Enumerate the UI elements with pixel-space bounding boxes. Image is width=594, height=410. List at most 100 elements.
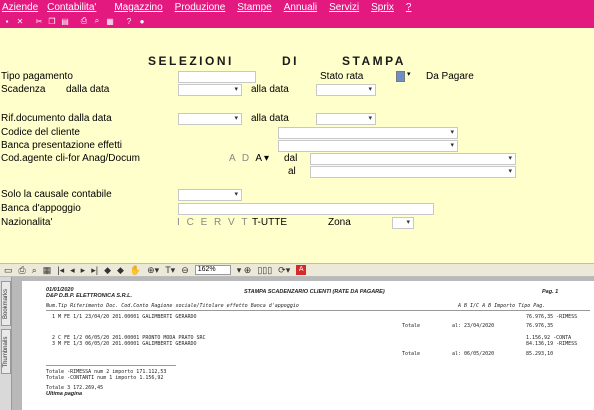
page-layout-icon[interactable]: ▯▯▯ [257, 265, 272, 276]
causale-field[interactable]: ▾ [178, 189, 242, 201]
bookmarks-tab[interactable]: Bookmarks [1, 281, 11, 326]
stato-rata-selector[interactable] [396, 71, 405, 82]
paste-icon[interactable]: ▤ [60, 17, 70, 26]
subtotal-label: Totale [402, 323, 421, 329]
last-page-label: Ultima pagina [46, 391, 83, 397]
calendar-icon[interactable]: ▦ [105, 17, 115, 26]
hand-icon[interactable]: ✋ [130, 265, 141, 276]
menu-contabilita[interactable]: Contabilita' [47, 2, 96, 13]
thumbnails-tab[interactable]: Thumbnails [1, 329, 11, 374]
chevron-down-icon[interactable]: ▾ [407, 70, 411, 78]
form-title-di: DI [282, 54, 299, 68]
chevron-down-icon[interactable]: ▾ [234, 114, 238, 122]
chevron-down-icon[interactable]: ▾ [234, 190, 238, 198]
menu-servizi[interactable]: Servizi [329, 2, 359, 13]
print-icon[interactable]: ⎙ [79, 16, 89, 26]
pdf-icon[interactable]: A [296, 265, 307, 275]
report-row: 3 M FE 1/3 06/05/20 201.00001 GALIMBERTI… [52, 341, 197, 347]
open-icon[interactable]: ▭ [4, 265, 13, 276]
banca-appoggio-field[interactable] [178, 203, 434, 215]
report-page: 01/01/2020 D&P D.B.P. ELETTRONICA S.R.L.… [22, 281, 594, 410]
forward-icon[interactable]: ◆ [117, 265, 124, 276]
report-page-number: Pag. 1 [542, 289, 559, 295]
back-icon[interactable]: ◆ [104, 265, 111, 276]
text-tool-icon[interactable]: T▾ [165, 265, 175, 276]
nazionalita-selector[interactable]: I C E R V T [177, 217, 249, 228]
menu-annuali[interactable]: Annuali [284, 2, 317, 13]
agente-dal-field[interactable]: ▾ [310, 153, 516, 165]
rif-alla-data-label: alla data [251, 113, 289, 124]
close-icon[interactable]: ✕ [15, 17, 25, 26]
export-icon[interactable]: ▦ [43, 265, 52, 276]
cod-agente-label: Cod.agente cli-for Anag/Docum [1, 153, 140, 164]
menu-bar: Aziende Contabilita' Magazzino Produzion… [0, 0, 594, 14]
zoom-tool-icon[interactable]: ⊕▾ [147, 265, 159, 276]
agente-type-selector[interactable]: A D A▾ [229, 153, 271, 164]
cut-icon[interactable]: ✂ [34, 17, 44, 26]
binoculars-icon[interactable]: ⌕ [32, 265, 37, 276]
chevron-down-icon[interactable]: ▾ [508, 154, 512, 162]
rotate-icon[interactable]: ⟳▾ [278, 265, 290, 276]
form-title-selezioni: SELEZIONI [148, 54, 234, 68]
menu-produzione[interactable]: Produzione [175, 2, 226, 13]
nazionalita-value: T-UTTE [252, 217, 287, 228]
zoom-out-icon[interactable]: ⊖ [181, 265, 189, 276]
prev-page-icon[interactable]: ◂ [70, 265, 75, 276]
stato-rata-label: Stato rata [320, 71, 364, 82]
toolbar: ▪ ✕ ✂ ❐ ▤ ⎙ ⌕ ▦ ? ● [0, 14, 594, 28]
next-page-icon[interactable]: ▸ [81, 265, 86, 276]
codice-cliente-label: Codice del cliente [1, 127, 80, 138]
codice-cliente-field[interactable]: ▾ [278, 127, 458, 139]
subtotal-amount: 76.976,35 [526, 323, 554, 329]
report-company: D&P D.B.P. ELETTRONICA S.R.L. [46, 293, 132, 299]
agente-al-field[interactable]: ▾ [310, 166, 516, 178]
scadenza-dal-field[interactable]: ▾ [178, 84, 242, 96]
stato-rata-value: Da Pagare [426, 71, 474, 82]
chevron-down-icon[interactable]: ▾ [508, 167, 512, 175]
subtotal-date: al: 23/04/2020 [452, 323, 495, 329]
menu-magazzino[interactable]: Magazzino [114, 2, 162, 13]
tipo-pagamento-label: Tipo pagamento [1, 71, 73, 82]
agente-dal-label: dal [284, 153, 298, 164]
menu-help[interactable]: ? [406, 2, 412, 13]
dalla-data-label: dalla data [66, 84, 110, 95]
menu-stampe[interactable]: Stampe [237, 2, 271, 13]
find-icon[interactable]: ⌕ [92, 16, 102, 26]
report-title: STAMPA SCADENZARIO CLIENTI (RATE DA PAGA… [244, 289, 385, 295]
run-icon[interactable]: ● [137, 17, 147, 26]
save-icon[interactable]: ▪ [2, 17, 12, 26]
subtotal-date: al: 06/05/2020 [452, 351, 495, 357]
menu-aziende[interactable]: Aziende [2, 2, 38, 13]
tipo-pagamento-field[interactable] [178, 71, 256, 83]
zoom-level-field[interactable]: 162% [194, 265, 231, 275]
summary-line: Totale -CONTANTI num 1 importo 1.156,92 [46, 375, 164, 381]
selection-form: SELEZIONI DI STAMPA Tipo pagamento Stato… [0, 28, 594, 272]
scadenza-al-field[interactable]: ▾ [316, 84, 376, 96]
viewer-toolbar: ▭ ⎙ ⌕ ▦ |◂ ◂ ▸ ▸| ◆ ◆ ✋ ⊕▾ T▾ ⊖ 162% ▾ ⊕… [0, 263, 594, 277]
report-row-amount: 84.136,19 -RIMESS [526, 341, 578, 347]
chevron-down-icon[interactable]: ▾ [450, 128, 454, 136]
report-row: 1 M FE 1/1 23/04/20 201.00001 GALIMBERTI… [52, 314, 197, 320]
scadenza-label: Scadenza [1, 84, 46, 95]
rif-al-field[interactable]: ▾ [316, 113, 376, 125]
rif-dal-field[interactable]: ▾ [178, 113, 242, 125]
form-title-stampa: STAMPA [342, 54, 406, 68]
help-icon[interactable]: ? [124, 17, 134, 26]
zoom-in-icon[interactable]: ▾ ⊕ [237, 265, 252, 276]
chevron-down-icon[interactable]: ▾ [450, 141, 454, 149]
banca-effetti-field[interactable]: ▾ [278, 140, 458, 152]
chevron-down-icon[interactable]: ▾ [234, 85, 238, 93]
zona-field[interactable]: ▾ [392, 217, 414, 229]
zona-label: Zona [328, 217, 351, 228]
first-page-icon[interactable]: |◂ [57, 265, 64, 276]
causale-label: Solo la causale contabile [1, 189, 112, 200]
subtotal-amount: 85.293,10 [526, 351, 554, 357]
chevron-down-icon[interactable]: ▾ [368, 114, 372, 122]
copy-icon[interactable]: ❐ [47, 17, 57, 26]
last-page-icon[interactable]: ▸| [91, 265, 98, 276]
header-rule [46, 310, 590, 311]
print-icon[interactable]: ⎙ [19, 265, 26, 276]
chevron-down-icon[interactable]: ▾ [368, 85, 372, 93]
menu-sprix[interactable]: Sprix [371, 2, 394, 13]
chevron-down-icon[interactable]: ▾ [406, 218, 410, 226]
